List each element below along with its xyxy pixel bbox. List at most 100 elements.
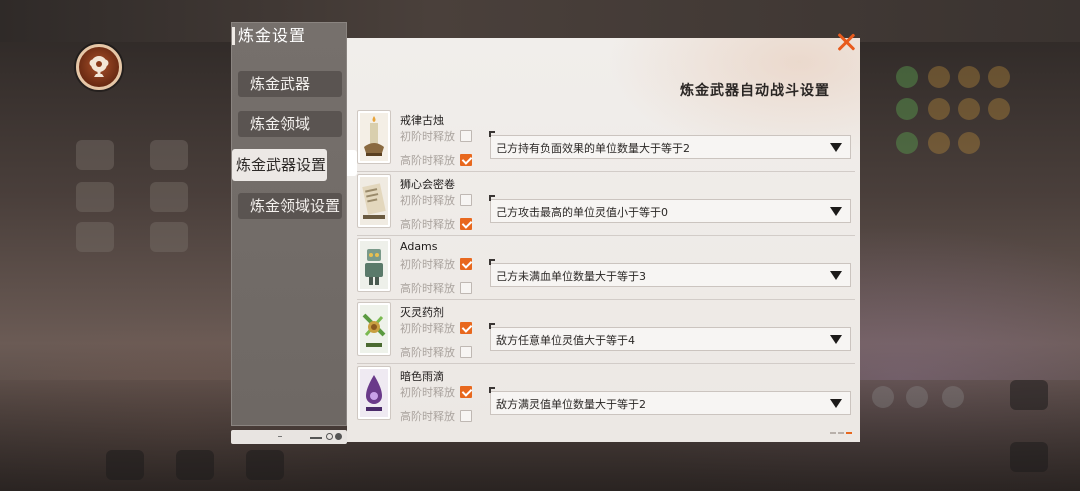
nav-item-alchemy-domain-settings[interactable]: 炼金领域设置 bbox=[238, 193, 342, 219]
option-label: 初阶时释放 bbox=[400, 194, 455, 207]
nav-title-accent bbox=[232, 27, 235, 45]
late-release-option[interactable]: 高阶时释放 bbox=[400, 344, 472, 360]
option-label: 高阶时释放 bbox=[400, 218, 455, 231]
background-tile bbox=[246, 450, 284, 480]
weapon-name: 暗色雨滴 bbox=[400, 370, 444, 383]
background-dot bbox=[896, 98, 918, 120]
weapon-name: 灭灵药剂 bbox=[400, 306, 444, 319]
weapon-card[interactable] bbox=[357, 366, 391, 420]
weapon-name: Adams bbox=[400, 240, 438, 253]
late-release-checkbox[interactable] bbox=[460, 346, 472, 358]
option-label: 初阶时释放 bbox=[400, 386, 455, 399]
late-release-option[interactable]: 高阶时释放 bbox=[400, 408, 472, 424]
weapon-name: 戒律古烛 bbox=[400, 114, 444, 127]
dropdown-corner-mark bbox=[489, 131, 495, 137]
background-top-bar bbox=[0, 0, 1080, 42]
option-label: 高阶时释放 bbox=[400, 154, 455, 167]
chevron-down-icon[interactable] bbox=[830, 207, 842, 216]
option-label: 初阶时释放 bbox=[400, 322, 455, 335]
tree-icon bbox=[89, 56, 109, 77]
chevron-down-icon[interactable] bbox=[830, 335, 842, 344]
page-indicator-ring bbox=[326, 433, 333, 440]
background-dot bbox=[958, 132, 980, 154]
background-tile bbox=[76, 222, 114, 252]
early-release-option[interactable]: 初阶时释放 bbox=[400, 192, 472, 208]
dropdown-corner-mark bbox=[489, 387, 495, 393]
page-indicator-dot bbox=[335, 433, 342, 440]
nav-item-alchemy-domain[interactable]: 炼金领域 bbox=[238, 111, 342, 137]
candle-icon bbox=[360, 113, 388, 161]
row-divider bbox=[357, 235, 855, 236]
late-release-option[interactable]: 高阶时释放 bbox=[400, 216, 472, 232]
weapon-name: 狮心会密卷 bbox=[400, 178, 455, 191]
early-release-checkbox[interactable] bbox=[460, 130, 472, 142]
background-dot bbox=[958, 66, 980, 88]
weapon-card[interactable] bbox=[357, 238, 391, 292]
alchemy-tree-icon[interactable] bbox=[76, 44, 122, 90]
chevron-down-icon[interactable] bbox=[830, 143, 842, 152]
option-label: 初阶时释放 bbox=[400, 258, 455, 271]
early-release-checkbox[interactable] bbox=[460, 258, 472, 270]
early-release-checkbox[interactable] bbox=[460, 322, 472, 334]
weapon-card[interactable] bbox=[357, 110, 391, 164]
weapon-card[interactable] bbox=[357, 174, 391, 228]
background-tile bbox=[150, 140, 188, 170]
nav-item-alchemy-weapon[interactable]: 炼金武器 bbox=[238, 71, 342, 97]
chevron-down-icon[interactable] bbox=[830, 399, 842, 408]
background-dot bbox=[928, 66, 950, 88]
condition-value: 己方攻击最高的单位灵值小于等于0 bbox=[496, 206, 668, 219]
background-tile bbox=[176, 450, 214, 480]
late-release-checkbox[interactable] bbox=[460, 282, 472, 294]
nav-item-alchemy-weapon-settings[interactable]: 炼金武器设置 bbox=[232, 149, 327, 181]
background-tile bbox=[1010, 380, 1048, 410]
background-dot bbox=[896, 132, 918, 154]
condition-dropdown[interactable]: 己方持有负面效果的单位数量大于等于2 bbox=[489, 131, 851, 159]
panel-corner-decoration bbox=[830, 432, 852, 434]
condition-value: 己方持有负面效果的单位数量大于等于2 bbox=[496, 142, 690, 155]
early-release-checkbox[interactable] bbox=[460, 386, 472, 398]
potion-icon bbox=[360, 305, 388, 353]
close-icon[interactable] bbox=[836, 32, 856, 52]
background-tile bbox=[76, 140, 114, 170]
weapon-card[interactable] bbox=[357, 302, 391, 356]
background-dot bbox=[928, 132, 950, 154]
background-tile bbox=[150, 182, 188, 212]
late-release-checkbox[interactable] bbox=[460, 218, 472, 230]
condition-dropdown[interactable]: 己方未满血单位数量大于等于3 bbox=[489, 259, 851, 287]
chevron-down-icon[interactable] bbox=[830, 271, 842, 280]
background-tile bbox=[76, 182, 114, 212]
background-dot bbox=[942, 386, 964, 408]
background-dot bbox=[896, 66, 918, 88]
late-release-checkbox[interactable] bbox=[460, 154, 472, 166]
early-release-checkbox[interactable] bbox=[460, 194, 472, 206]
dropdown-corner-mark bbox=[489, 259, 495, 265]
early-release-option[interactable]: 初阶时释放 bbox=[400, 256, 472, 272]
nav-title: 炼金设置 bbox=[238, 26, 307, 45]
late-release-checkbox[interactable] bbox=[460, 410, 472, 422]
early-release-option[interactable]: 初阶时释放 bbox=[400, 320, 472, 336]
weapon-row: 暗色雨滴 初阶时释放 高阶时释放 敌方满灵值单位数量大于等于2 bbox=[357, 366, 857, 428]
background-dot bbox=[958, 98, 980, 120]
weapon-row: 灭灵药剂 初阶时释放 高阶时释放 敌方任意单位灵值大于等于4 bbox=[357, 302, 857, 364]
row-divider bbox=[357, 363, 855, 364]
weapon-auto-battle-panel: 炼金武器自动战斗设置 戒律古烛 初阶时释放 高阶时释放 己方持有负面效果的单位数… bbox=[347, 38, 860, 442]
late-release-option[interactable]: 高阶时释放 bbox=[400, 280, 472, 296]
late-release-option[interactable]: 高阶时释放 bbox=[400, 152, 472, 168]
row-divider bbox=[357, 171, 855, 172]
weapon-row: 狮心会密卷 初阶时释放 高阶时释放 己方攻击最高的单位灵值小于等于0 bbox=[357, 174, 857, 236]
background-dot bbox=[906, 386, 928, 408]
background-dot bbox=[988, 66, 1010, 88]
early-release-option[interactable]: 初阶时释放 bbox=[400, 128, 472, 144]
weapon-row: Adams 初阶时释放 高阶时释放 己方未满血单位数量大于等于3 bbox=[357, 238, 857, 300]
option-label: 高阶时释放 bbox=[400, 346, 455, 359]
background-tile bbox=[150, 222, 188, 252]
condition-dropdown[interactable]: 己方攻击最高的单位灵值小于等于0 bbox=[489, 195, 851, 223]
settings-nav-panel: 炼金设置 炼金武器 炼金领域 炼金武器设置 炼金领域设置 bbox=[231, 22, 347, 426]
condition-dropdown[interactable]: 敌方任意单位灵值大于等于4 bbox=[489, 323, 851, 351]
footer-dash bbox=[310, 437, 322, 439]
condition-dropdown[interactable]: 敌方满灵值单位数量大于等于2 bbox=[489, 387, 851, 415]
dropdown-corner-mark bbox=[489, 323, 495, 329]
condition-value: 敌方任意单位灵值大于等于4 bbox=[496, 334, 635, 347]
early-release-option[interactable]: 初阶时释放 bbox=[400, 384, 472, 400]
active-tab-notch bbox=[347, 150, 357, 176]
